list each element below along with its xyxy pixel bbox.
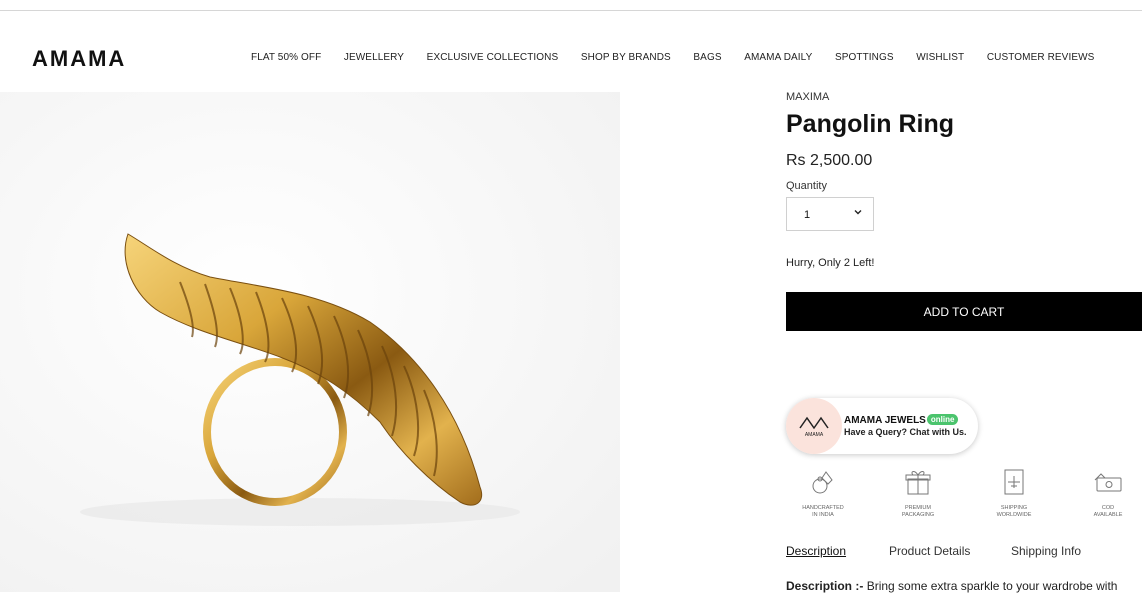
nav-item-bags[interactable]: BAGS xyxy=(693,52,721,63)
badge-handcrafted-line2: IN INDIA xyxy=(812,511,834,518)
chat-avatar: AMAMA xyxy=(786,398,842,454)
chat-name-text: AMAMA JEWELS xyxy=(844,415,926,426)
product-title: Pangolin Ring xyxy=(786,110,955,138)
badge-packaging-line2: PACKAGING xyxy=(901,511,935,518)
pangolin-ring-illustration xyxy=(0,92,620,592)
add-to-cart-button[interactable]: ADD TO CART xyxy=(786,292,1142,331)
nav-item-spottings[interactable]: SPOTTINGS xyxy=(835,52,894,63)
tab-shipping-info[interactable]: Shipping Info xyxy=(1011,544,1081,558)
chevron-down-icon xyxy=(853,207,863,220)
nav-item-wishlist[interactable]: WISHLIST xyxy=(916,52,964,63)
description-text: Description :- Bring some extra sparkle … xyxy=(786,579,1117,593)
tab-product-details[interactable]: Product Details xyxy=(889,544,970,558)
quantity-label: Quantity xyxy=(786,180,827,192)
nav-item-customer-reviews[interactable]: CUSTOMER REVIEWS xyxy=(987,52,1095,63)
product-price: Rs 2,500.00 xyxy=(786,152,873,169)
product-brand[interactable]: MAXIMA xyxy=(786,91,829,103)
nav-item-jewellery[interactable]: JEWELLERY xyxy=(344,52,404,63)
handcraft-icon xyxy=(812,471,833,494)
online-badge: online xyxy=(926,414,959,425)
nav-item-amama-daily[interactable]: AMAMA DAILY xyxy=(744,52,812,63)
product-image[interactable] xyxy=(0,92,620,592)
badge-cod: COD AVAILABLE xyxy=(1078,466,1138,518)
main-nav: FLAT 50% OFF JEWELLERY EXCLUSIVE COLLECT… xyxy=(251,52,1094,63)
quantity-value: 1 xyxy=(804,209,811,221)
cash-icon xyxy=(1094,473,1122,492)
top-divider xyxy=(0,10,1142,11)
chat-name: AMAMA JEWELS online xyxy=(844,414,959,426)
chat-subtitle: Have a Query? Chat with Us. xyxy=(844,427,967,437)
stock-notice: Hurry, Only 2 Left! xyxy=(786,257,875,269)
tab-description[interactable]: Description xyxy=(786,544,846,558)
badge-shipping-line2: WORLDWIDE xyxy=(996,511,1032,518)
nav-item-flat-50-off[interactable]: FLAT 50% OFF xyxy=(251,52,321,63)
gift-box-icon xyxy=(905,471,931,495)
amama-logo-icon: AMAMA xyxy=(799,416,829,438)
badge-premium-packaging: PREMIUM PACKAGING xyxy=(888,466,948,518)
badge-handcrafted: HANDCRAFTED IN INDIA xyxy=(793,466,853,518)
chat-avatar-text: AMAMA xyxy=(805,432,824,438)
chat-widget[interactable]: AMAMA AMAMA JEWELS online Have a Query? C… xyxy=(786,398,978,454)
nav-item-shop-by-brands[interactable]: SHOP BY BRANDS xyxy=(581,52,671,63)
description-body: Bring some extra sparkle to your wardrob… xyxy=(866,579,1118,593)
quantity-select[interactable]: 1 xyxy=(786,197,874,231)
description-label: Description :- xyxy=(786,579,864,593)
badge-shipping: SHIPPING WORLDWIDE xyxy=(984,466,1044,518)
shipping-icon xyxy=(1004,469,1024,495)
badge-cod-line2: AVAILABLE xyxy=(1093,511,1123,518)
site-logo[interactable]: AMAMA xyxy=(32,46,126,72)
nav-item-exclusive-collections[interactable]: EXCLUSIVE COLLECTIONS xyxy=(427,52,559,63)
